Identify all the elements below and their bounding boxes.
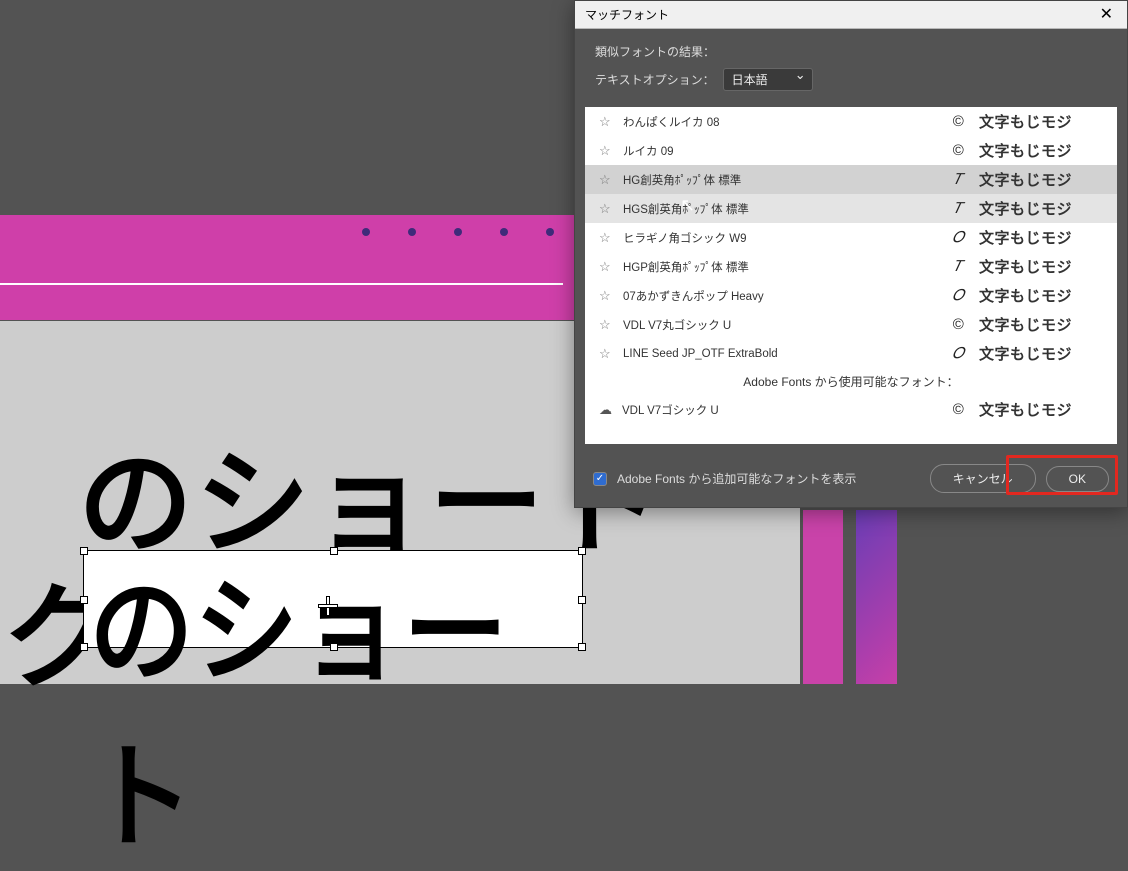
star-icon[interactable]: ☆ xyxy=(599,288,613,304)
source-type-icon: 𝑂 xyxy=(947,345,969,362)
doc-dot xyxy=(454,228,462,236)
font-row[interactable]: ☆ 07あかずきんポップ Heavy 𝑂 文字もじモジ xyxy=(585,281,1117,310)
selection-handle[interactable] xyxy=(330,643,338,651)
font-name: VDL V7丸ゴシック U xyxy=(623,317,937,333)
source-type-icon: © xyxy=(947,401,969,418)
font-row[interactable]: ☁ VDL V7ゴシック U © 文字もじモジ xyxy=(585,395,1117,424)
doc-dot-row xyxy=(362,228,600,236)
selection-handle[interactable] xyxy=(80,643,88,651)
font-list[interactable]: ☆ わんぱくルイカ 08 © 文字もじモジ ☆ ルイカ 09 © 文字もじモジ ☆ HG創英角ﾎﾟ… xyxy=(585,107,1117,444)
star-icon[interactable]: ☆ xyxy=(599,317,613,333)
star-icon[interactable]: ☆ xyxy=(599,230,613,246)
star-icon[interactable]: ☆ xyxy=(599,346,613,362)
source-type-icon: © xyxy=(947,316,969,333)
font-preview: 文字もじモジ xyxy=(979,111,1109,132)
source-type-icon: 𝑇 xyxy=(947,171,969,188)
source-type-icon: © xyxy=(947,113,969,130)
selection-handle[interactable] xyxy=(578,596,586,604)
font-preview: 文字もじモジ xyxy=(979,169,1109,190)
star-icon[interactable]: ☆ xyxy=(599,143,613,159)
font-name: ルイカ 09 xyxy=(623,143,937,159)
language-select[interactable]: 日本語 xyxy=(723,68,813,91)
dialog-footer: ✓ Adobe Fonts から追加可能なフォントを表示 キャンセル OK xyxy=(575,450,1127,507)
result-label: 類似フォントの結果： xyxy=(595,43,1107,60)
doc-dot xyxy=(500,228,508,236)
font-preview: 文字もじモジ xyxy=(979,198,1109,219)
dialog-header: 類似フォントの結果： テキストオプション： 日本語 xyxy=(575,29,1127,101)
selection-handle[interactable] xyxy=(80,547,88,555)
font-preview: 文字もじモジ xyxy=(979,314,1109,335)
source-type-icon: 𝑇 xyxy=(947,258,969,275)
font-row[interactable]: ☆ VDL V7丸ゴシック U © 文字もじモジ xyxy=(585,310,1117,339)
selection-handle[interactable] xyxy=(330,547,338,555)
font-name: HGP創英角ﾎﾟｯﾌﾟ体 標準 xyxy=(623,259,937,275)
font-row[interactable]: ☆ わんぱくルイカ 08 © 文字もじモジ xyxy=(585,107,1117,136)
close-icon[interactable]: ✕ xyxy=(1096,7,1117,23)
source-type-icon: © xyxy=(947,142,969,159)
font-preview: 文字もじモジ xyxy=(979,227,1109,248)
font-name: 07あかずきんポップ Heavy xyxy=(623,288,937,304)
doc-dot xyxy=(408,228,416,236)
star-icon[interactable]: ☆ xyxy=(599,201,613,217)
star-icon[interactable]: ☆ xyxy=(599,259,613,275)
selection-handle[interactable] xyxy=(578,643,586,651)
font-name: HGS創英角ﾎﾟｯﾌﾟ体 標準 xyxy=(623,201,937,217)
font-name: LINE Seed JP_OTF ExtraBold xyxy=(623,348,937,360)
source-type-icon: 𝑇 xyxy=(947,200,969,217)
show-adobe-fonts-checkbox[interactable]: ✓ xyxy=(593,472,607,486)
font-preview: 文字もじモジ xyxy=(979,399,1109,420)
match-font-dialog: マッチフォント ✕ 類似フォントの結果： テキストオプション： 日本語 ☆ わんぱ… xyxy=(574,0,1128,508)
dialog-titlebar[interactable]: マッチフォント ✕ xyxy=(575,1,1127,29)
font-preview: 文字もじモジ xyxy=(979,256,1109,277)
font-preview: 文字もじモジ xyxy=(979,285,1109,306)
star-icon[interactable]: ☆ xyxy=(599,114,613,130)
font-name: HG創英角ﾎﾟｯﾌﾟ体 標準 xyxy=(623,172,937,188)
font-row[interactable]: ☆ ルイカ 09 © 文字もじモジ xyxy=(585,136,1117,165)
cloud-icon[interactable]: ☁ xyxy=(599,402,612,418)
font-row[interactable]: ☆ HG創英角ﾎﾟｯﾌﾟ体 標準 𝑇 文字もじモジ xyxy=(585,165,1117,194)
font-row[interactable]: ☆ HGS創英角ﾎﾟｯﾌﾟ体 標準 𝑇 文字もじモジ xyxy=(585,194,1117,223)
selection-handle[interactable] xyxy=(80,596,88,604)
font-name: ヒラギノ角ゴシック W9 xyxy=(623,230,937,246)
font-name: VDL V7ゴシック U xyxy=(622,402,937,418)
font-preview: 文字もじモジ xyxy=(979,140,1109,161)
show-adobe-fonts-label: Adobe Fonts から追加可能なフォントを表示 xyxy=(617,470,856,487)
adobe-fonts-separator: Adobe Fonts から使用可能なフォント： xyxy=(585,368,1117,395)
source-type-icon: 𝑂 xyxy=(947,287,969,304)
bg-stripe-1 xyxy=(803,510,843,684)
star-icon[interactable]: ☆ xyxy=(599,172,613,188)
doc-text-line2: のショート xyxy=(89,539,538,871)
font-preview: 文字もじモジ xyxy=(979,343,1109,364)
match-font-selection[interactable]: のショート xyxy=(83,550,583,648)
selection-handle[interactable] xyxy=(578,547,586,555)
doc-dot xyxy=(546,228,554,236)
source-type-icon: 𝑂 xyxy=(947,229,969,246)
cancel-button[interactable]: キャンセル xyxy=(930,464,1036,493)
ok-button[interactable]: OK xyxy=(1046,466,1109,492)
font-row[interactable]: ☆ HGP創英角ﾎﾟｯﾌﾟ体 標準 𝑇 文字もじモジ xyxy=(585,252,1117,281)
doc-dot xyxy=(362,228,370,236)
font-row[interactable]: ☆ ヒラギノ角ゴシック W9 𝑂 文字もじモジ xyxy=(585,223,1117,252)
font-name: わんぱくルイカ 08 xyxy=(623,114,937,130)
bg-stripe-2 xyxy=(856,510,897,684)
font-row[interactable]: ☆ LINE Seed JP_OTF ExtraBold 𝑂 文字もじモジ xyxy=(585,339,1117,368)
dialog-title: マッチフォント xyxy=(585,6,669,23)
text-options-label: テキストオプション： xyxy=(595,71,715,88)
